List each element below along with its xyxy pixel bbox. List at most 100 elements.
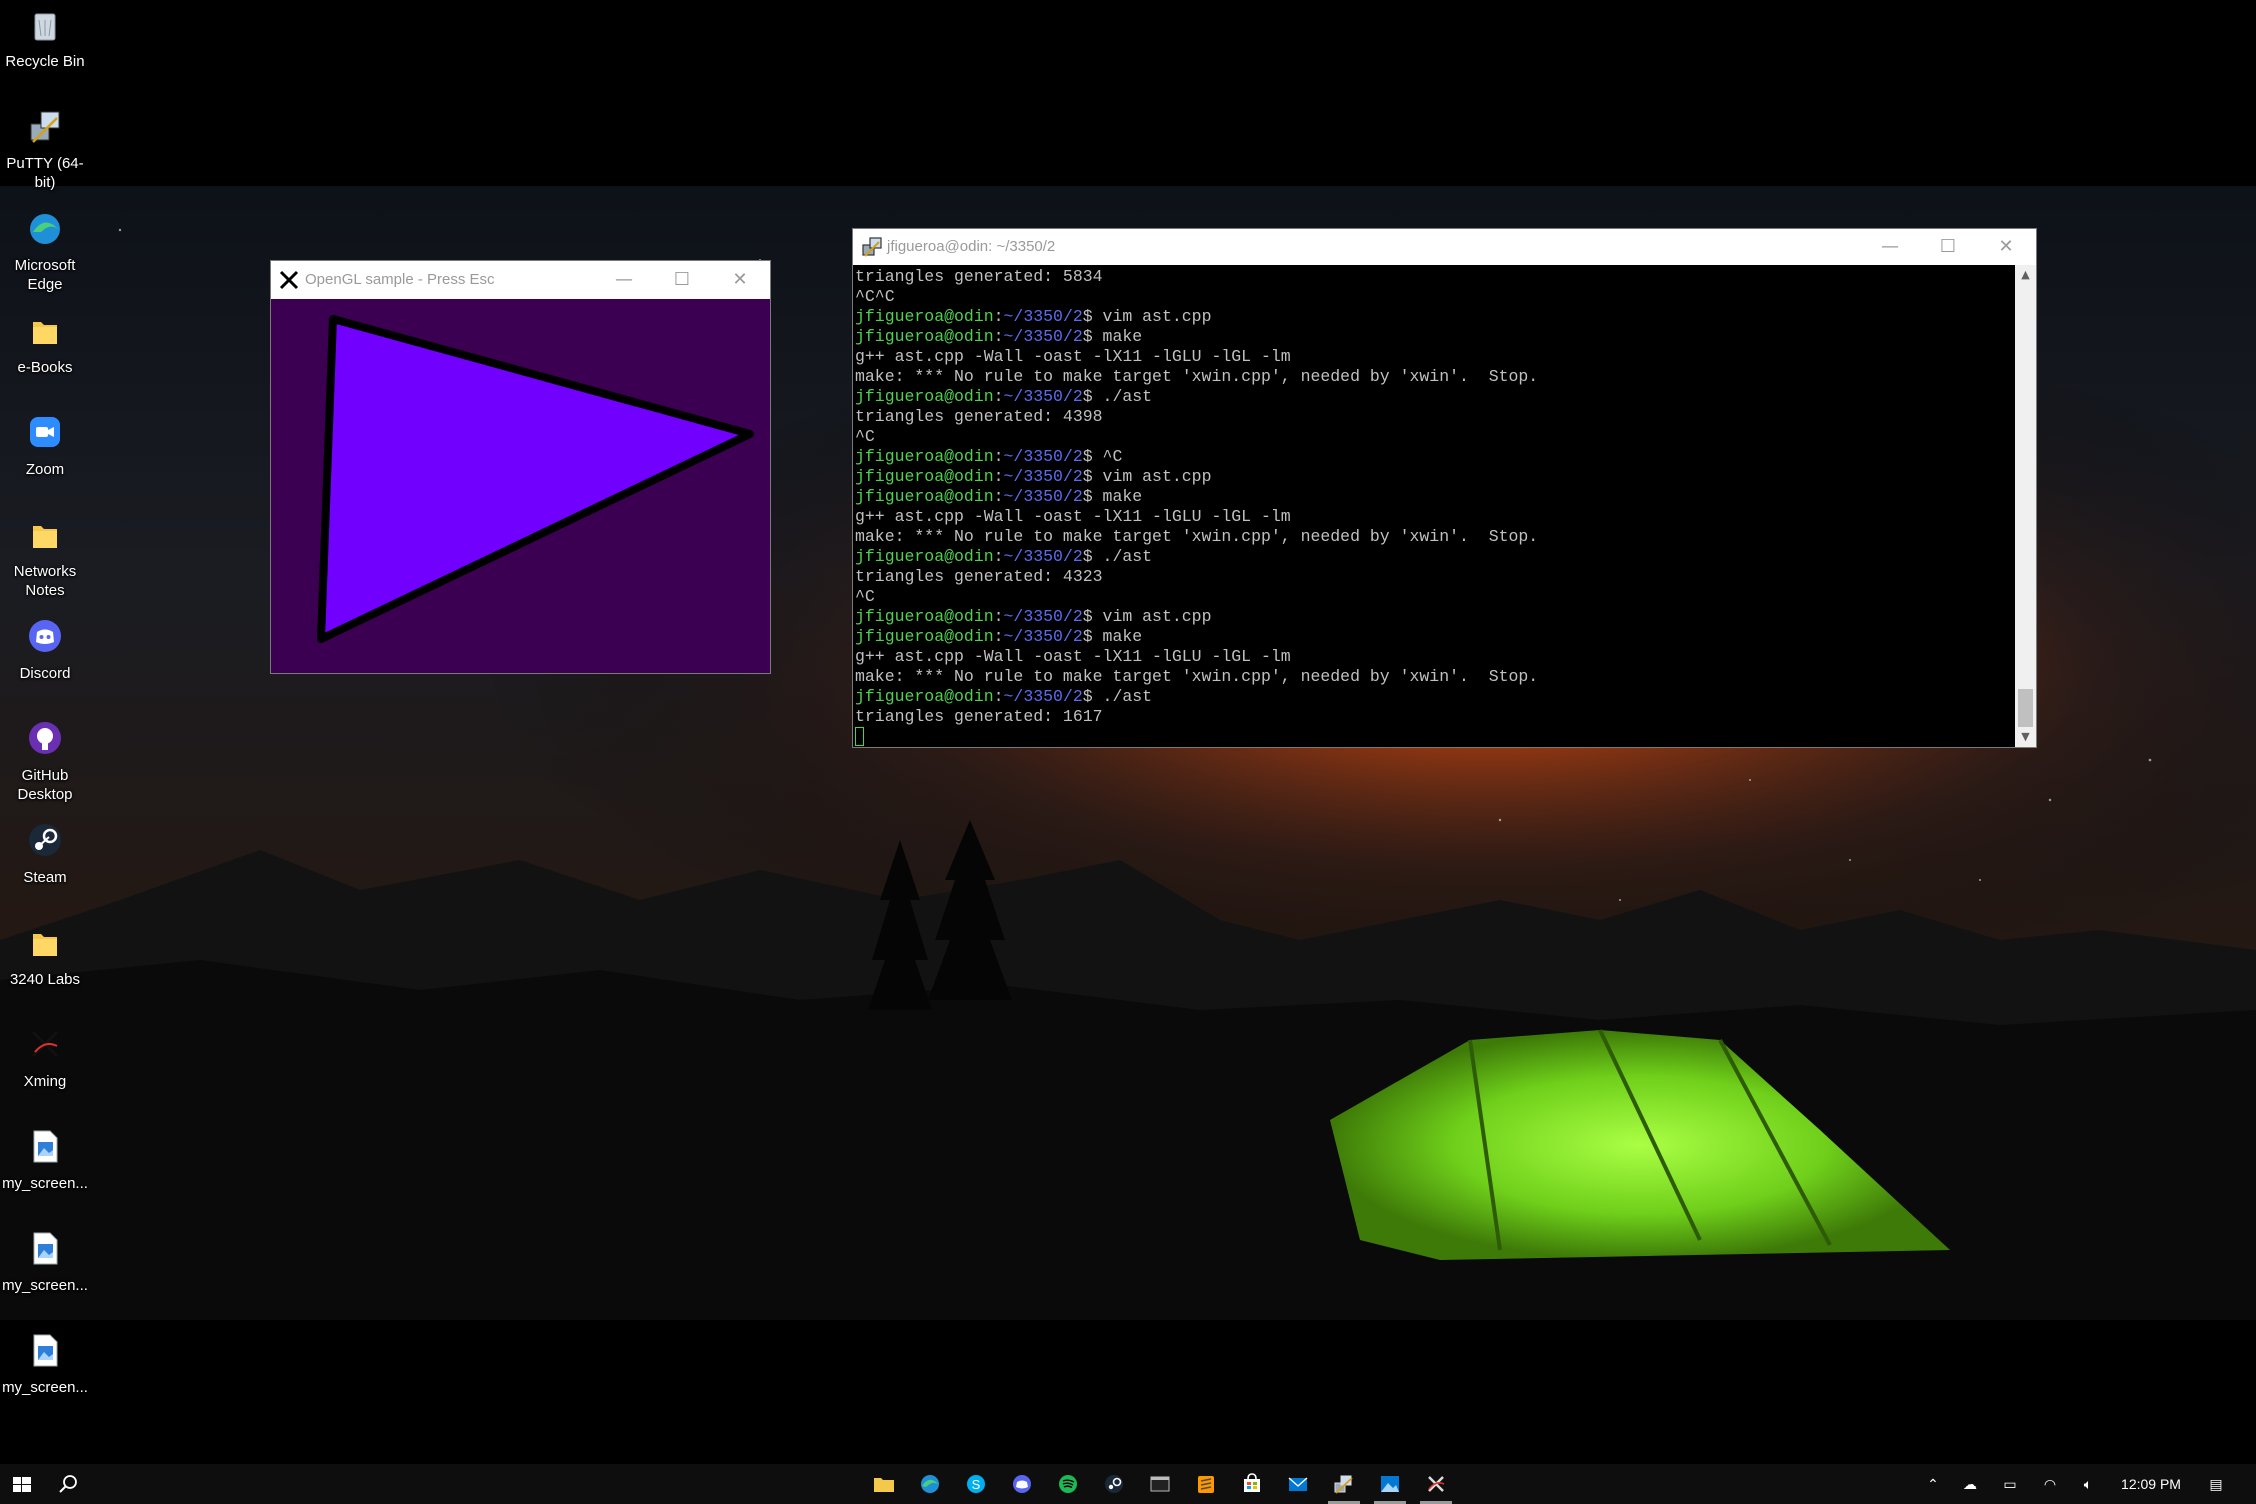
output-text: g++ ast.cpp -Wall -oast -lX11 -lGLU -lGL…: [855, 647, 1291, 666]
terminal-output[interactable]: triangles generated: 5834 ^C^C jfigueroa@o…: [853, 265, 2015, 747]
taskbar-button-photos[interactable]: [1368, 1464, 1412, 1504]
taskbar-button-sublime-text[interactable]: [1184, 1464, 1228, 1504]
output-text: ^C: [855, 587, 875, 606]
output-text: g++ ast.cpp -Wall -oast -lX11 -lGLU -lGL…: [855, 507, 1291, 526]
desktop-icon-label: Networks Notes: [13, 563, 77, 599]
taskbar-button-file-explorer[interactable]: [862, 1464, 906, 1504]
prompt-user: jfigueroa@odin: [855, 547, 994, 566]
prompt-path: ~/3350/2: [1003, 327, 1083, 346]
terminal-output-line: g++ ast.cpp -Wall -oast -lX11 -lGLU -lGL…: [855, 647, 2015, 667]
desktop-icon-recycle-bin[interactable]: Recycle Bin: [0, 6, 90, 102]
scroll-up-icon[interactable]: ▲: [2015, 265, 2036, 285]
desktop-icon-networks-notes[interactable]: Networks Notes: [0, 516, 90, 612]
taskbar-button-steam[interactable]: [1092, 1464, 1136, 1504]
taskbar-button-spotify[interactable]: [1046, 1464, 1090, 1504]
output-text: triangles generated: 4398: [855, 407, 1103, 426]
folder-icon: [33, 322, 57, 344]
xming-icon: [279, 270, 299, 290]
prompt-user: jfigueroa@odin: [855, 447, 994, 466]
terminal-output-line: ^C: [855, 587, 2015, 607]
terminal-input-line[interactable]: [855, 727, 2015, 747]
prompt-path: ~/3350/2: [1003, 687, 1083, 706]
minimize-button[interactable]: —: [595, 261, 653, 299]
discord-icon: [1013, 1475, 1031, 1493]
desktop-icon-steam[interactable]: Steam: [0, 822, 90, 918]
desktop-icon-label: Discord: [19, 665, 71, 682]
svg-text:S: S: [972, 1477, 981, 1492]
clock[interactable]: 12:09 PM: [2108, 1464, 2194, 1504]
close-button[interactable]: ✕: [1977, 229, 2035, 265]
taskbar: S ⌃ ☁ ▭ ◠ 🔈︎ 12:09 PM ▤: [0, 1464, 2256, 1504]
terminal-cursor: [855, 727, 864, 746]
scroll-down-icon[interactable]: ▼: [2015, 727, 2036, 747]
battery-icon[interactable]: ▭: [1990, 1464, 2030, 1504]
taskbar-button-edge[interactable]: [908, 1464, 952, 1504]
terminal-output-line: make: *** No rule to make target 'xwin.c…: [855, 367, 2015, 387]
desktop-icon-3240-labs[interactable]: 3240 Labs: [0, 924, 90, 1020]
taskbar-button-terminal[interactable]: [1138, 1464, 1182, 1504]
taskbar-button-store[interactable]: [1230, 1464, 1274, 1504]
terminal-prompt-line: jfigueroa@odin:~/3350/2$ ./ast: [855, 687, 2015, 707]
notification-center-icon[interactable]: ▤: [2196, 1464, 2236, 1504]
prompt-separator: :: [993, 307, 1004, 326]
maximize-button[interactable]: ☐: [653, 261, 711, 299]
opengl-titlebar[interactable]: OpenGL sample - Press Esc — ☐ ✕: [271, 261, 770, 299]
output-text: triangles generated: 4323: [855, 567, 1103, 586]
terminal-output-line: triangles generated: 5834: [855, 267, 2015, 287]
search-button[interactable]: [46, 1464, 90, 1504]
taskbar-button-skype[interactable]: S: [954, 1464, 998, 1504]
desktop-icon-github-desktop[interactable]: GitHub Desktop: [0, 720, 90, 816]
scrollbar-thumb[interactable]: [2018, 689, 2033, 727]
desktop-wallpaper: [0, 0, 2256, 1464]
desktop-icon-discord[interactable]: Discord: [0, 618, 90, 714]
desktop-icon-my-screen[interactable]: my_screen...: [0, 1230, 90, 1326]
desktop-icon-zoom[interactable]: Zoom: [0, 414, 90, 510]
onedrive-cloud-icon[interactable]: ☁: [1950, 1464, 1990, 1504]
desktop-icon-my-screen[interactable]: my_screen...: [0, 1332, 90, 1428]
taskbar-button-putty[interactable]: [1322, 1464, 1366, 1504]
output-text: triangles generated: 5834: [855, 267, 1103, 286]
desktop-icon-my-screen[interactable]: my_screen...: [0, 1128, 90, 1224]
taskbar-button-mail[interactable]: [1276, 1464, 1320, 1504]
close-button[interactable]: ✕: [711, 261, 769, 299]
desktop-icon-putty-64-bit[interactable]: PuTTY (64-bit): [0, 108, 90, 204]
opengl-canvas[interactable]: [271, 299, 770, 673]
prompt-user: jfigueroa@odin: [855, 607, 994, 626]
maximize-button[interactable]: ☐: [1919, 229, 1977, 265]
image-file-icon: [33, 1334, 58, 1367]
desktop-icon-label: Microsoft Edge: [14, 257, 76, 293]
prompt-separator: :: [993, 487, 1004, 506]
terminal-prompt-line: jfigueroa@odin:~/3350/2$ ^C: [855, 447, 2015, 467]
file-explorer-icon: [874, 1478, 894, 1492]
taskbar-button-discord[interactable]: [1000, 1464, 1044, 1504]
image-file-icon: [33, 1130, 58, 1163]
prompt-path: ~/3350/2: [1003, 387, 1083, 406]
prompt-separator: :: [993, 387, 1004, 406]
desktop-icon-label: Zoom: [25, 461, 65, 478]
prompt-user: jfigueroa@odin: [855, 627, 994, 646]
prompt-path: ~/3350/2: [1003, 607, 1083, 626]
desktop-icon-microsoft-edge[interactable]: Microsoft Edge: [0, 210, 90, 306]
folder-icon: [33, 526, 57, 548]
putty-icon: [1334, 1475, 1353, 1494]
output-text: make: *** No rule to make target 'xwin.c…: [855, 527, 1539, 546]
start-button[interactable]: [0, 1464, 44, 1504]
desktop-icon-label: PuTTY (64-bit): [6, 155, 84, 191]
output-text: ^C^C: [855, 287, 895, 306]
output-text: make: *** No rule to make target 'xwin.c…: [855, 367, 1539, 386]
terminal-titlebar[interactable]: jfigueroa@odin: ~/3350/2 — ☐ ✕: [853, 229, 2036, 265]
taskbar-button-xming[interactable]: [1414, 1464, 1458, 1504]
putty-terminal-window[interactable]: jfigueroa@odin: ~/3350/2 — ☐ ✕ triangles…: [852, 228, 2037, 748]
volume-icon[interactable]: 🔈︎: [2068, 1464, 2108, 1504]
wifi-icon[interactable]: ◠: [2030, 1464, 2070, 1504]
terminal-prompt-line: jfigueroa@odin:~/3350/2$ vim ast.cpp: [855, 467, 2015, 487]
desktop-icon-xming[interactable]: Xming: [0, 1026, 90, 1122]
desktop-icon-e-books[interactable]: e-Books: [0, 312, 90, 408]
minimize-button[interactable]: —: [1861, 229, 1919, 265]
terminal-scrollbar[interactable]: ▲ ▼: [2015, 265, 2036, 747]
opengl-window[interactable]: OpenGL sample - Press Esc — ☐ ✕: [270, 260, 771, 674]
xming-icon: [31, 1030, 59, 1058]
prompt-separator: :: [993, 687, 1004, 706]
prompt-command: $ vim ast.cpp: [1082, 467, 1212, 486]
terminal-output-line: make: *** No rule to make target 'xwin.c…: [855, 527, 2015, 547]
